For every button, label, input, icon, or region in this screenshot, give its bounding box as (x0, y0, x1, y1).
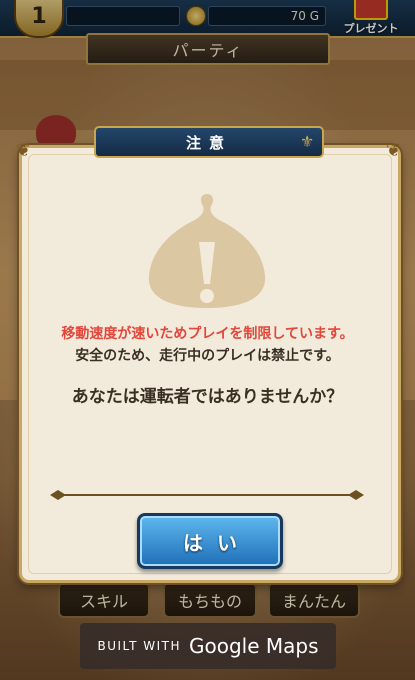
google-maps-badge: BUILT WITH Google Maps (80, 623, 336, 669)
slime-exclamation-icon (148, 194, 266, 308)
dialog-title-tab: 注意 (94, 126, 324, 158)
warning-red-text: 移動速度が速いためプレイを制限しています。 (61, 326, 354, 342)
maps-badge-brand: Google Maps (188, 634, 319, 658)
ornamental-divider (50, 490, 364, 500)
yes-button[interactable]: はい (137, 513, 283, 569)
yes-label: はい (183, 530, 251, 555)
maps-badge-prefix: BUILT WITH (97, 639, 181, 653)
dialog-title: 注意 (185, 133, 232, 152)
warning-text: 安全のため、走行中のプレイは禁止です。 (75, 348, 340, 364)
corner-ornament-icon: ❦ (386, 140, 402, 161)
fleur-ornament-icon: ⚜ (300, 132, 315, 151)
corner-ornament-icon: ❦ (16, 140, 32, 161)
driver-question: あなたは運転者ではありませんか？ (71, 387, 344, 407)
